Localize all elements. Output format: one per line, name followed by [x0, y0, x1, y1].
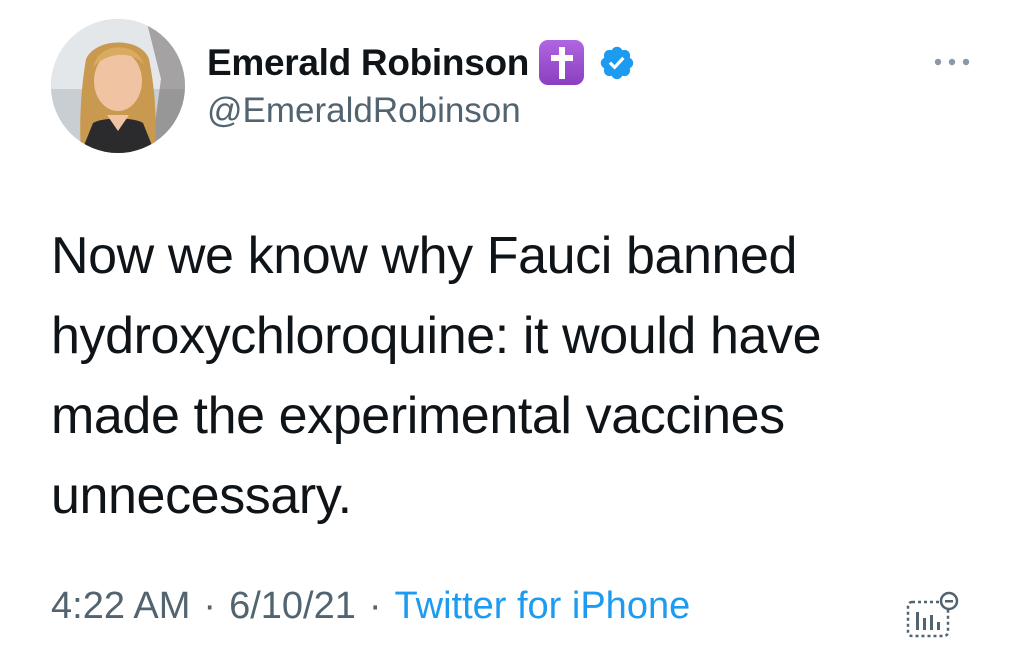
tweet-analytics-icon[interactable]	[905, 590, 961, 640]
name-row: Emerald Robinson	[207, 40, 636, 85]
tweet-meta: 4:22 AM · 6/10/21 · Twitter for iPhone	[51, 585, 690, 628]
display-name[interactable]: Emerald Robinson	[207, 42, 529, 84]
more-options-icon[interactable]	[930, 52, 974, 72]
avatar[interactable]	[51, 19, 185, 153]
meta-separator: ·	[368, 585, 382, 627]
tweet-source-link[interactable]: Twitter for iPhone	[395, 585, 691, 628]
meta-separator: ·	[203, 585, 217, 627]
tweet-text: Now we know why Fauci banned hydroxychlo…	[51, 227, 822, 525]
tweet: Emerald Robinson @EmeraldRobinson Now we…	[0, 0, 1024, 659]
user-handle[interactable]: @EmeraldRobinson	[207, 91, 521, 131]
tweet-date[interactable]: 6/10/21	[229, 585, 356, 628]
tweet-time[interactable]: 4:22 AM	[51, 585, 190, 628]
verified-badge-icon	[598, 44, 636, 82]
latin-cross-emoji-icon	[539, 40, 585, 85]
